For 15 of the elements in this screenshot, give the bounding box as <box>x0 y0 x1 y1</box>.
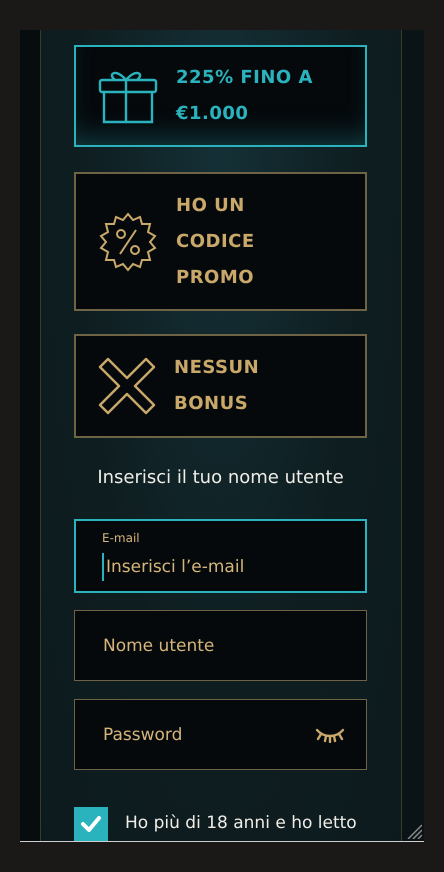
bonus-option[interactable]: NESSUN BONUS <box>74 334 367 438</box>
percent-badge-icon <box>98 212 158 272</box>
resize-grip-icon[interactable] <box>406 823 422 839</box>
text-cursor <box>102 553 104 581</box>
prompt-text: Inserisci il tuo nome utente <box>96 466 345 490</box>
age-checkbox[interactable] <box>74 807 108 841</box>
bonus-option[interactable]: 225% FINO A €1.000 <box>74 45 367 147</box>
bonus-option[interactable]: HO UN CODICE PROMO <box>74 172 367 311</box>
field-label: E-mail <box>102 530 140 547</box>
check-icon <box>80 815 102 833</box>
password-field[interactable]: Password <box>74 699 367 770</box>
cross-icon <box>98 357 156 415</box>
closed-eye-icon[interactable] <box>315 727 345 743</box>
username-field[interactable]: Nome utente <box>74 610 367 681</box>
consent-label: Ho più di 18 anni e ho letto <box>125 812 357 836</box>
